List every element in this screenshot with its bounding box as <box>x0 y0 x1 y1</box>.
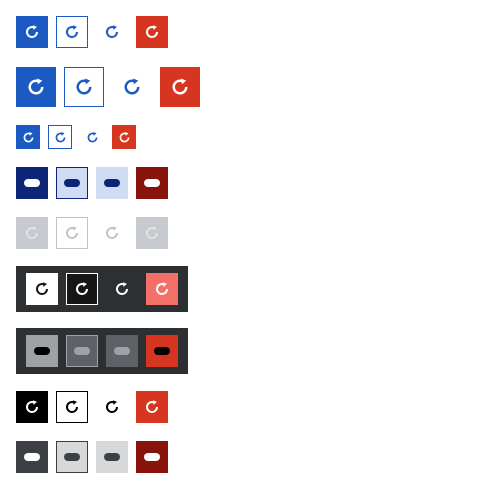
primary-refresh-button-inverse[interactable] <box>26 273 58 305</box>
danger-refresh-button-high-contrast[interactable] <box>136 391 168 423</box>
inverse-panel <box>16 266 188 312</box>
primary-button-inverse-pressed[interactable] <box>26 335 58 367</box>
pressed-indicator-icon <box>34 347 50 355</box>
primary-refresh-button[interactable] <box>16 16 48 48</box>
primary-button-pressed[interactable] <box>16 167 48 199</box>
secondary-button-high-contrast-pressed[interactable] <box>56 441 88 473</box>
danger-button-high-contrast-pressed[interactable] <box>136 441 168 473</box>
refresh-icon <box>87 131 97 142</box>
secondary-button-pressed[interactable] <box>56 167 88 199</box>
pressed-indicator-icon <box>24 179 40 187</box>
inverse-pressed-panel <box>16 328 188 374</box>
ghost-refresh-button[interactable] <box>96 16 128 48</box>
danger-button-inverse-pressed[interactable] <box>146 335 178 367</box>
refresh-icon <box>36 282 48 295</box>
button-row-inverse <box>26 273 178 305</box>
refresh-icon <box>28 78 44 95</box>
secondary-refresh-button-disabled <box>56 217 88 249</box>
secondary-refresh-button[interactable] <box>56 16 88 48</box>
refresh-icon <box>146 226 158 239</box>
ghost-refresh-button-inverse[interactable] <box>106 273 138 305</box>
refresh-icon <box>26 226 38 239</box>
button-row-default-small <box>16 125 136 149</box>
pressed-indicator-icon <box>114 347 130 355</box>
ghost-refresh-button-small[interactable] <box>80 125 104 149</box>
pressed-indicator-icon <box>144 453 160 461</box>
ghost-refresh-button-disabled <box>96 217 128 249</box>
refresh-icon <box>106 226 118 239</box>
danger-button-pressed[interactable] <box>136 167 168 199</box>
pressed-indicator-icon <box>144 179 160 187</box>
refresh-icon <box>116 282 128 295</box>
button-row-pressed <box>16 167 168 199</box>
secondary-button-inverse-pressed[interactable] <box>66 335 98 367</box>
refresh-icon <box>146 25 158 38</box>
refresh-icon <box>55 131 65 142</box>
pressed-indicator-icon <box>64 179 80 187</box>
pressed-indicator-icon <box>154 347 170 355</box>
button-row-default-large <box>16 67 200 107</box>
ghost-refresh-button-large[interactable] <box>112 67 152 107</box>
primary-refresh-button-disabled <box>16 217 48 249</box>
refresh-icon <box>124 78 140 95</box>
refresh-icon <box>119 131 129 142</box>
secondary-refresh-button-inverse[interactable] <box>66 273 98 305</box>
refresh-icon <box>146 400 158 413</box>
button-row-high-contrast <box>16 391 168 423</box>
button-row-inverse-pressed <box>26 335 178 367</box>
danger-refresh-button-large[interactable] <box>160 67 200 107</box>
button-row-high-contrast-pressed <box>16 441 168 473</box>
danger-refresh-button-inverse[interactable] <box>146 273 178 305</box>
ghost-refresh-button-high-contrast[interactable] <box>96 391 128 423</box>
refresh-icon <box>66 25 78 38</box>
ghost-button-high-contrast-pressed[interactable] <box>96 441 128 473</box>
button-row-default-medium <box>16 16 168 48</box>
secondary-refresh-button-small[interactable] <box>48 125 72 149</box>
pressed-indicator-icon <box>104 453 120 461</box>
refresh-icon <box>66 400 78 413</box>
secondary-refresh-button-large[interactable] <box>64 67 104 107</box>
refresh-icon <box>76 282 88 295</box>
primary-refresh-button-high-contrast[interactable] <box>16 391 48 423</box>
primary-refresh-button-large[interactable] <box>16 67 56 107</box>
refresh-icon <box>106 400 118 413</box>
pressed-indicator-icon <box>24 453 40 461</box>
pressed-indicator-icon <box>64 453 80 461</box>
refresh-icon <box>106 25 118 38</box>
secondary-refresh-button-high-contrast[interactable] <box>56 391 88 423</box>
danger-refresh-button-small[interactable] <box>112 125 136 149</box>
primary-refresh-button-small[interactable] <box>16 125 40 149</box>
refresh-icon <box>26 400 38 413</box>
pressed-indicator-icon <box>74 347 90 355</box>
pressed-indicator-icon <box>104 179 120 187</box>
refresh-icon <box>23 131 33 142</box>
refresh-icon <box>156 282 168 295</box>
danger-refresh-button[interactable] <box>136 16 168 48</box>
ghost-button-pressed[interactable] <box>96 167 128 199</box>
refresh-icon <box>26 25 38 38</box>
refresh-icon <box>172 78 188 95</box>
button-row-disabled <box>16 217 168 249</box>
refresh-icon <box>66 226 78 239</box>
refresh-icon <box>76 78 92 95</box>
primary-button-high-contrast-pressed[interactable] <box>16 441 48 473</box>
danger-refresh-button-disabled <box>136 217 168 249</box>
ghost-button-inverse-pressed[interactable] <box>106 335 138 367</box>
